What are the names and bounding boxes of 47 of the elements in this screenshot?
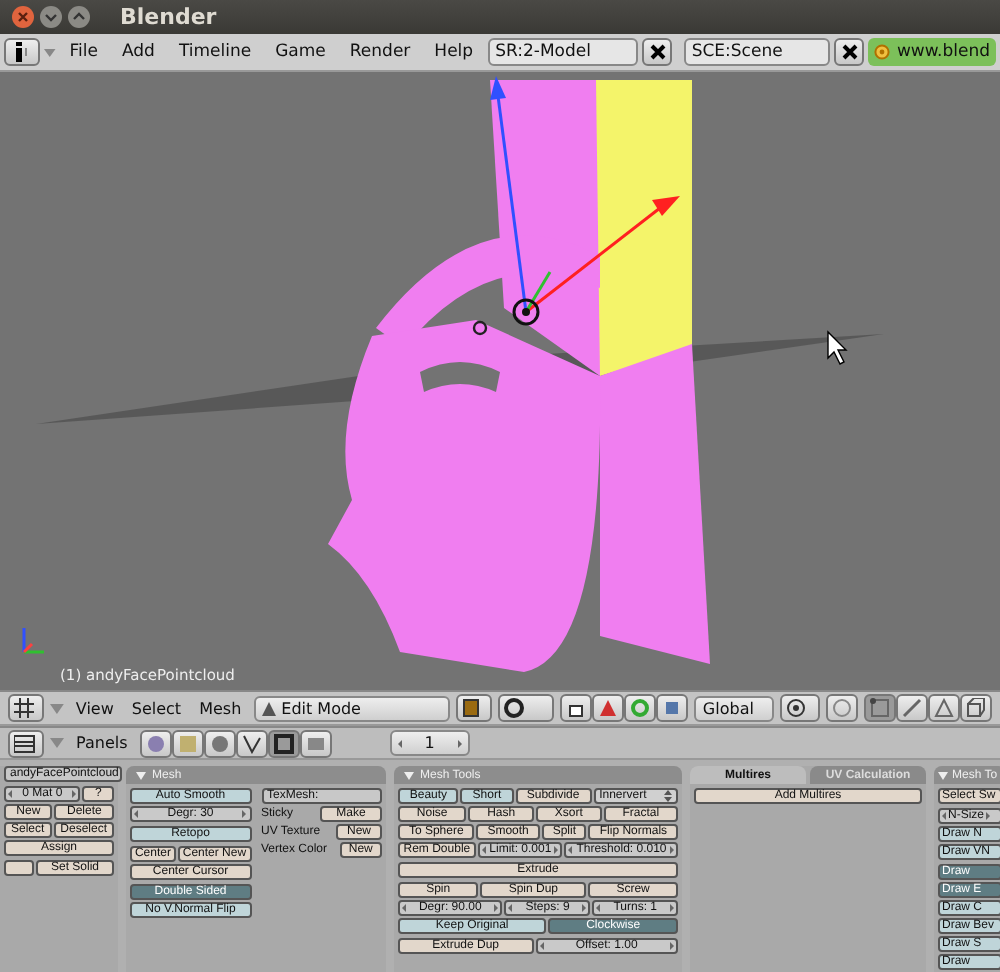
- vertex-select-icon[interactable]: [864, 694, 896, 722]
- menu-item[interactable]: File: [59, 42, 108, 62]
- grid-icon[interactable]: [8, 694, 44, 722]
- translate-icon[interactable]: [592, 694, 625, 722]
- magnet-icon[interactable]: [498, 694, 555, 722]
- scale-icon[interactable]: [656, 694, 689, 722]
- axis-icon: [22, 628, 44, 654]
- rotate-icon[interactable]: [624, 694, 657, 722]
- mode-dropdown[interactable]: Edit Mode: [253, 695, 451, 721]
- clear-icon[interactable]: [834, 38, 865, 66]
- sun-icon: [874, 44, 891, 60]
- collapse-triangle-icon[interactable]: [404, 771, 414, 779]
- menu-item[interactable]: Panels: [70, 734, 134, 752]
- info-icon[interactable]: [4, 38, 40, 66]
- face-select-icon[interactable]: [928, 694, 960, 722]
- window-type-icon[interactable]: [8, 729, 44, 757]
- edge-select-icon[interactable]: [896, 694, 928, 722]
- menu-item[interactable]: Mesh: [193, 699, 248, 717]
- website-link[interactable]: www.blend: [868, 38, 996, 66]
- menu-item[interactable]: Render: [339, 42, 421, 62]
- menu-item[interactable]: Help: [424, 42, 484, 62]
- clear-icon[interactable]: [641, 38, 672, 66]
- screen-field[interactable]: SR:2-Model: [487, 38, 638, 66]
- blank-button[interactable]: [4, 860, 34, 876]
- maximize-icon[interactable]: [68, 6, 90, 28]
- menu-item[interactable]: Game: [265, 42, 336, 62]
- menu-item[interactable]: Select: [125, 699, 188, 717]
- 3d-cursor-icon: [472, 320, 488, 336]
- menu-item[interactable]: View: [69, 699, 120, 717]
- minimize-icon[interactable]: [40, 6, 62, 28]
- mouse-pointer-icon: [827, 330, 848, 365]
- object-icon[interactable]: [235, 729, 268, 757]
- scene-field[interactable]: SCE:Scene: [683, 38, 831, 66]
- close-icon[interactable]: [12, 6, 34, 28]
- menu-item[interactable]: Timeline: [168, 42, 262, 62]
- up-down-arrows-icon: [664, 790, 673, 802]
- frame-field[interactable]: 1: [389, 730, 470, 756]
- window-title: Blender: [120, 4, 217, 30]
- occlude-icon[interactable]: [960, 694, 992, 722]
- collapse-triangle-icon[interactable]: [938, 771, 948, 779]
- pivot-icon[interactable]: [780, 694, 820, 722]
- dropdown-triangle-icon[interactable]: [44, 47, 56, 57]
- menu-item[interactable]: Add: [111, 42, 165, 62]
- collapse-triangle-icon[interactable]: [136, 771, 146, 779]
- proportional-icon[interactable]: [826, 694, 858, 722]
- orientation-dropdown[interactable]: Global: [694, 695, 774, 721]
- mesh-icon: [261, 701, 276, 715]
